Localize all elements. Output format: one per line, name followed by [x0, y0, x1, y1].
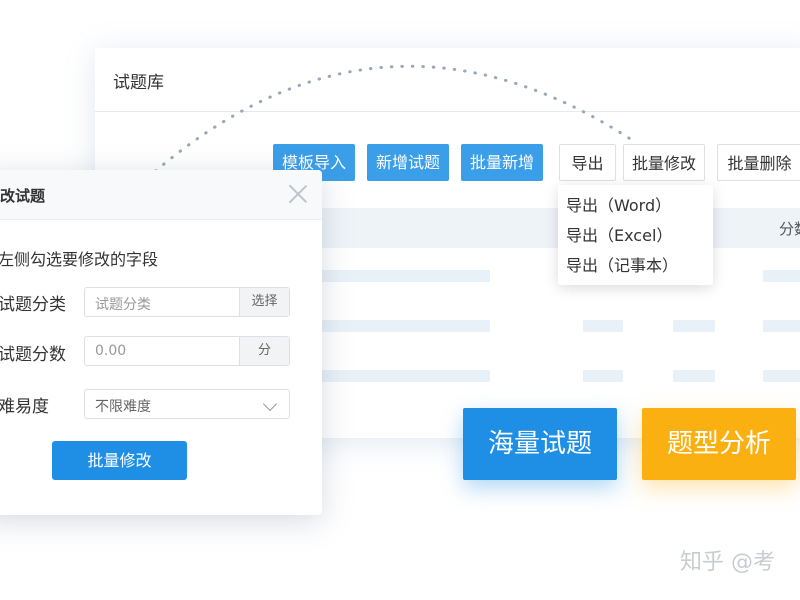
category-select-button[interactable]: 选择	[239, 288, 289, 316]
export-excel-item[interactable]: 导出（Excel）	[558, 223, 713, 253]
difficulty-select[interactable]: 不限难度	[84, 389, 290, 419]
score-placeholder: 0.00	[95, 343, 127, 359]
table-row-placeholder	[305, 270, 490, 282]
export-dropdown-menu: 导出（Word） 导出（Excel） 导出（记事本）	[558, 185, 713, 285]
title-divider	[95, 111, 800, 112]
table-row-placeholder	[763, 270, 800, 282]
category-placeholder: 试题分类	[95, 297, 151, 313]
table-row-placeholder	[305, 320, 490, 332]
batch-add-button[interactable]: 批量新增	[461, 144, 543, 181]
chevron-down-icon	[262, 396, 278, 412]
batch-delete-button[interactable]: 批量删除	[717, 144, 800, 181]
modal-hint-text: 左侧勾选要修改的字段	[0, 250, 159, 269]
add-question-button[interactable]: 新增试题	[367, 144, 449, 181]
table-row-placeholder	[583, 320, 623, 332]
table-row-placeholder	[673, 320, 715, 332]
export-word-item[interactable]: 导出（Word）	[558, 193, 713, 223]
difficulty-label: 难易度	[0, 397, 49, 417]
export-notepad-item[interactable]: 导出（记事本）	[558, 253, 713, 283]
category-label: 试题分类	[0, 295, 66, 315]
modal-header: 改试题	[0, 170, 322, 220]
table-row-placeholder	[763, 370, 800, 382]
batch-edit-submit-button[interactable]: 批量修改	[52, 441, 187, 480]
table-row-placeholder	[673, 370, 715, 382]
table-row-placeholder	[763, 320, 800, 332]
modal-title: 改试题	[0, 187, 46, 205]
score-column-header: 分数	[778, 220, 800, 238]
page-title: 试题库	[113, 73, 164, 93]
batch-edit-button[interactable]: 批量修改	[623, 144, 705, 181]
table-row-placeholder	[305, 370, 490, 382]
score-input[interactable]: 0.00 分	[84, 336, 290, 366]
export-button[interactable]: 导出	[559, 144, 616, 181]
difficulty-value: 不限难度	[95, 399, 151, 415]
zhihu-watermark: 知乎 @考	[680, 550, 775, 575]
close-icon[interactable]	[286, 182, 310, 206]
category-input[interactable]: 试题分类 选择	[84, 287, 290, 317]
score-label: 试题分数	[0, 345, 66, 365]
score-unit: 分	[239, 337, 289, 365]
table-row-placeholder	[583, 370, 623, 382]
batch-edit-modal: 改试题 左侧勾选要修改的字段 试题分类 试题分类 选择 试题分数 0.00 分 …	[0, 170, 322, 515]
massive-questions-tile: 海量试题	[463, 408, 617, 480]
question-type-analysis-tile: 题型分析	[642, 408, 796, 480]
